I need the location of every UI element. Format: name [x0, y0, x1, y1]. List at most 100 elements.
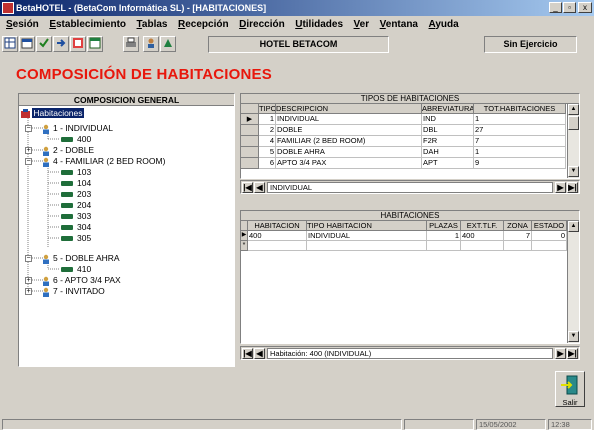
window-icon[interactable] — [87, 36, 103, 52]
tot-cell[interactable]: 9 — [474, 158, 566, 169]
ext-tlf-cell[interactable]: 400 — [461, 231, 504, 241]
menu-sesion[interactable]: Sesión — [2, 17, 43, 33]
close-button[interactable]: x — [578, 2, 592, 13]
row-indicator-arrow[interactable]: ▶ — [241, 114, 259, 125]
tipo-cell[interactable]: 4 — [259, 136, 276, 147]
tree-room-304[interactable]: 304 — [61, 222, 91, 232]
expand-icon[interactable]: + — [25, 277, 32, 284]
scroll-thumb[interactable] — [568, 116, 579, 130]
menu-establecimiento[interactable]: Establecimiento — [45, 17, 130, 33]
tipos-scrollbar[interactable]: ▲ ▼ — [567, 104, 579, 178]
collapse-icon[interactable]: − — [25, 255, 32, 262]
tree-room-203[interactable]: 203 — [61, 189, 91, 199]
scroll-down-icon[interactable]: ▼ — [568, 166, 579, 177]
descripcion-cell[interactable]: INDIVIDUAL — [276, 114, 422, 125]
descripcion-cell[interactable]: APTO 3/4 PAX — [276, 158, 422, 169]
tree-room-303[interactable]: 303 — [61, 211, 91, 221]
tree-type-5[interactable]: 5 - DOBLE AHRA — [41, 253, 120, 264]
tree-type-6[interactable]: 6 - APTO 3/4 PAX — [41, 275, 121, 286]
expand-icon[interactable]: + — [25, 288, 32, 295]
tree-room-204[interactable]: 204 — [61, 200, 91, 210]
last-record-icon[interactable]: ▶| — [567, 182, 578, 193]
tipo-habitacion-cell[interactable]: INDIVIDUAL — [307, 231, 427, 241]
expand-icon[interactable]: + — [25, 147, 32, 154]
tot-cell[interactable]: 7 — [474, 136, 566, 147]
habitaciones-scrollbar[interactable]: ▲ ▼ — [567, 221, 579, 343]
collapse-icon[interactable]: − — [25, 158, 32, 165]
minimize-button[interactable]: _ — [549, 2, 562, 13]
col-tipo[interactable]: TIPO — [259, 104, 276, 114]
next-record-icon[interactable]: ▶ — [555, 348, 566, 359]
col-estado[interactable]: ESTADO — [532, 221, 567, 231]
tipo-cell[interactable]: 1 — [259, 114, 276, 125]
last-record-icon[interactable]: ▶| — [567, 348, 578, 359]
check-icon[interactable] — [36, 36, 52, 52]
user-icon[interactable] — [143, 36, 159, 52]
menu-ventana[interactable]: Ventana — [376, 17, 422, 33]
scroll-up-icon[interactable]: ▲ — [568, 221, 579, 232]
print-icon[interactable] — [123, 36, 139, 52]
checkin-icon[interactable] — [53, 36, 69, 52]
col-tot-habitaciones[interactable]: TOT.HABITACIONES — [474, 104, 566, 114]
menu-tablas[interactable]: Tablas — [133, 17, 172, 33]
estado-cell[interactable] — [532, 241, 567, 251]
col-plazas[interactable]: PLAZAS — [427, 221, 461, 231]
descripcion-cell[interactable]: FAMILIAR (2 BED ROOM) — [276, 136, 422, 147]
abreviatura-cell[interactable]: APT — [422, 158, 474, 169]
prev-record-icon[interactable]: ◀ — [254, 182, 265, 193]
abreviatura-cell[interactable]: F2R — [422, 136, 474, 147]
col-abreviatura[interactable]: ABREVIATURA — [422, 104, 474, 114]
tot-cell[interactable]: 1 — [474, 147, 566, 158]
zona-cell[interactable] — [504, 241, 532, 251]
descripcion-cell[interactable]: DOBLE AHRA — [276, 147, 422, 158]
abreviatura-cell[interactable]: DBL — [422, 125, 474, 136]
abreviatura-cell[interactable]: DAH — [422, 147, 474, 158]
tree-room-103[interactable]: 103 — [61, 167, 91, 177]
tipo-cell[interactable]: 2 — [259, 125, 276, 136]
descripcion-cell[interactable]: DOBLE — [276, 125, 422, 136]
zona-cell[interactable]: 7 — [504, 231, 532, 241]
calendar-icon[interactable] — [19, 36, 35, 52]
row-indicator[interactable] — [241, 158, 259, 169]
tree-room-400[interactable]: 400 — [61, 134, 91, 144]
prev-record-icon[interactable]: ◀ — [254, 348, 265, 359]
tree-type-7[interactable]: 7 - INVITADO — [41, 286, 105, 297]
menu-ayuda[interactable]: Ayuda — [425, 17, 463, 33]
reports-icon[interactable] — [70, 36, 86, 52]
menu-utilidades[interactable]: Utilidades — [291, 17, 347, 33]
exit-button[interactable]: Salir — [555, 371, 585, 407]
estado-cell[interactable]: 0 — [532, 231, 567, 241]
row-indicator[interactable] — [241, 125, 259, 136]
tree-room-104[interactable]: 104 — [61, 178, 91, 188]
habitacion-cell[interactable]: 400 — [248, 231, 307, 241]
first-record-icon[interactable]: |◀ — [242, 182, 253, 193]
tree-room-410[interactable]: 410 — [61, 264, 91, 274]
tipo-cell[interactable]: 5 — [259, 147, 276, 158]
new-row-icon[interactable]: * — [241, 241, 248, 251]
col-ext-tlf[interactable]: EXT.TLF. — [461, 221, 504, 231]
tipo-habitacion-cell[interactable] — [307, 241, 427, 251]
scroll-down-icon[interactable]: ▼ — [568, 331, 579, 342]
collapse-icon[interactable]: − — [25, 125, 32, 132]
grid-icon[interactable] — [2, 36, 18, 52]
help-icon[interactable] — [160, 36, 176, 52]
col-zona[interactable]: ZONA — [504, 221, 532, 231]
col-habitacion[interactable]: HABITACION — [248, 221, 307, 231]
tree-type-1[interactable]: 1 - INDIVIDUAL — [41, 123, 113, 134]
menu-direccion[interactable]: Dirección — [235, 17, 289, 33]
ext-tlf-cell[interactable] — [461, 241, 504, 251]
abreviatura-cell[interactable]: IND — [422, 114, 474, 125]
plazas-cell[interactable]: 1 — [427, 231, 461, 241]
plazas-cell[interactable] — [427, 241, 461, 251]
row-indicator[interactable] — [241, 136, 259, 147]
col-descripcion[interactable]: DESCRIPCION — [276, 104, 422, 114]
tot-cell[interactable]: 1 — [474, 114, 566, 125]
tree-room-305[interactable]: 305 — [61, 233, 91, 243]
tot-cell[interactable]: 27 — [474, 125, 566, 136]
tree-type-2[interactable]: 2 - DOBLE — [41, 145, 94, 156]
scroll-up-icon[interactable]: ▲ — [568, 104, 579, 115]
habitacion-cell[interactable] — [248, 241, 307, 251]
tree-type-4[interactable]: 4 - FAMILIAR (2 BED ROOM) — [41, 156, 165, 167]
next-record-icon[interactable]: ▶ — [555, 182, 566, 193]
col-tipo-habitacion[interactable]: TIPO HABITACION — [307, 221, 427, 231]
